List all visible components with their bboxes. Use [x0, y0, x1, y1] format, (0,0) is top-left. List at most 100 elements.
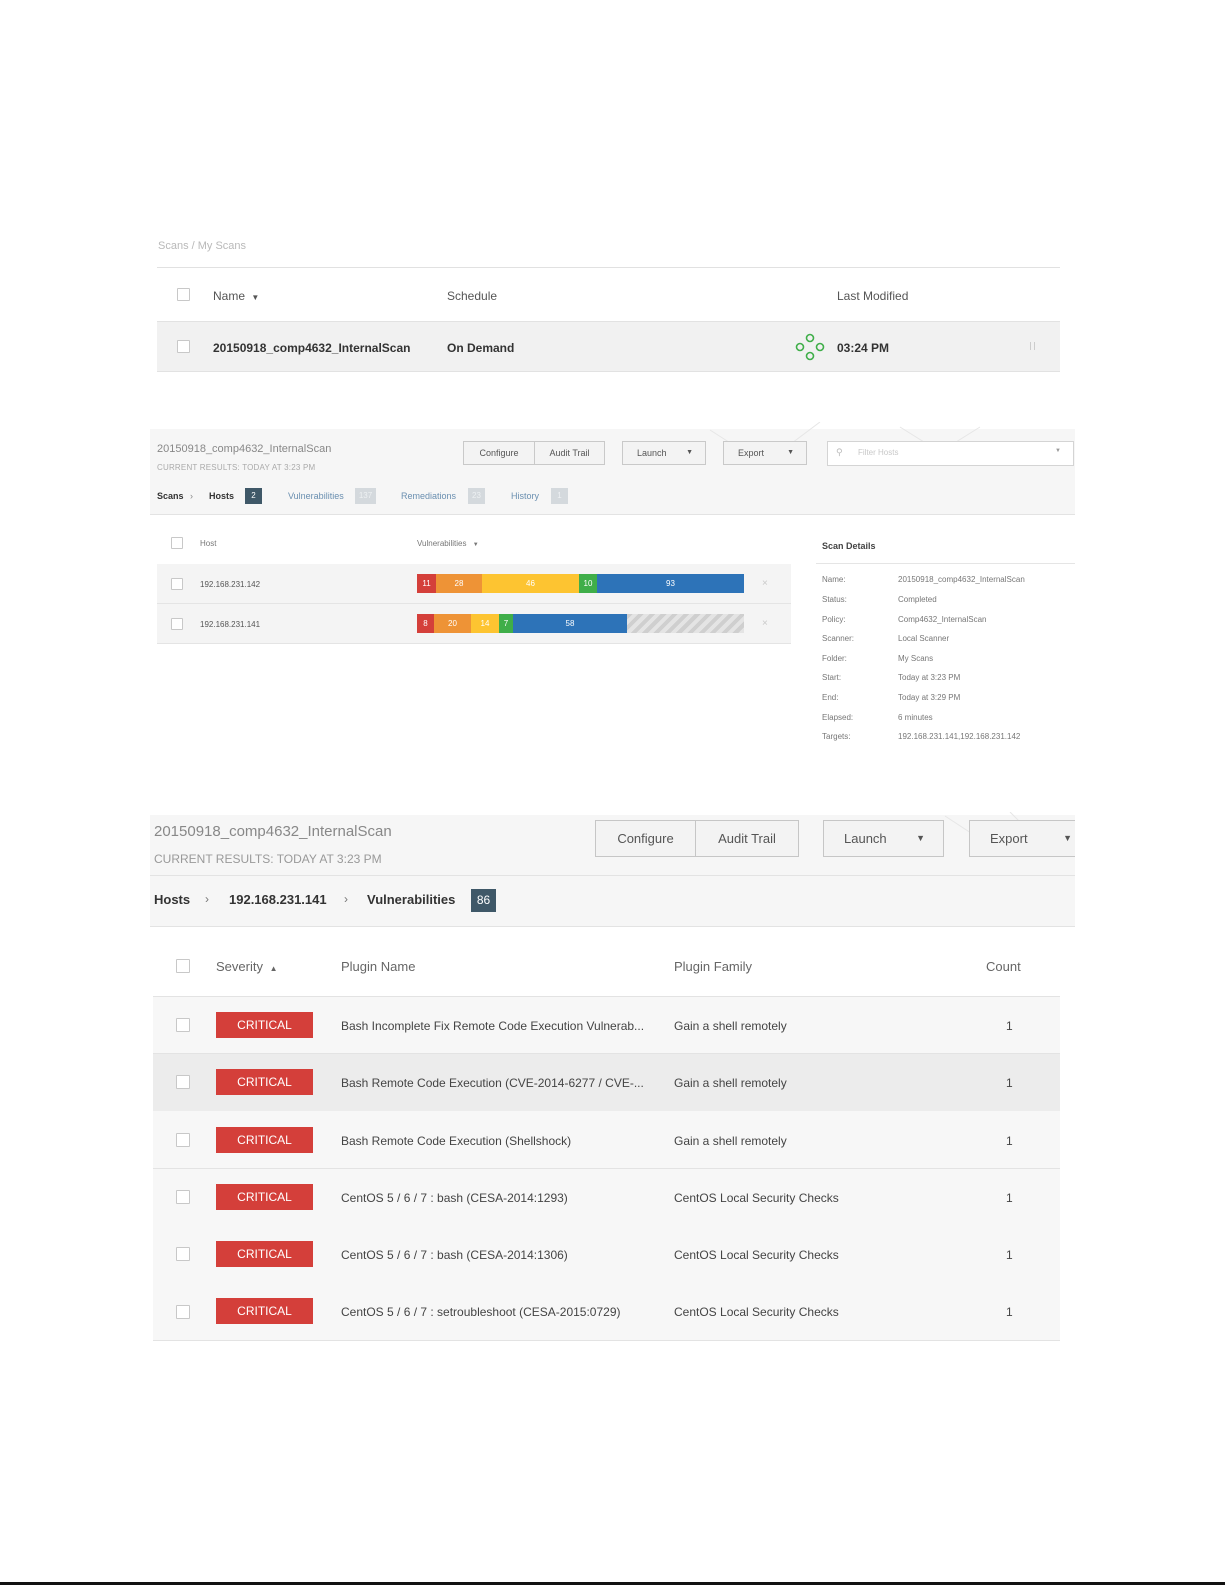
plugin-count: 1 — [1006, 1248, 1013, 1262]
scan-name[interactable]: 20150918_comp4632_InternalScan — [213, 341, 410, 355]
row-checkbox[interactable] — [176, 1075, 190, 1089]
tab-vulnerabilities[interactable]: Vulnerabilities — [288, 491, 344, 501]
plugin-count: 1 — [1006, 1134, 1013, 1148]
plugin-name[interactable]: Bash Remote Code Execution (Shellshock) — [341, 1134, 571, 1148]
vuln-segment-medium[interactable]: 46 — [482, 574, 579, 593]
vuln-segment-high[interactable]: 20 — [434, 614, 471, 633]
column-header-count[interactable]: Count — [986, 959, 1021, 974]
tab-history[interactable]: History — [511, 491, 539, 501]
row-checkbox[interactable] — [176, 1190, 190, 1204]
row-checkbox[interactable] — [176, 1247, 190, 1261]
launch-button[interactable]: Launch ▼ — [823, 820, 944, 857]
severity-badge-critical: CRITICAL — [216, 1184, 313, 1210]
launch-button-label: Launch — [844, 831, 887, 846]
scan-subtitle: CURRENT RESULTS: TODAY AT 3:23 PM — [154, 852, 382, 866]
vulnerability-bar[interactable]: 11 28 46 10 93 — [417, 574, 744, 593]
column-header-vulnerabilities[interactable]: Vulnerabilities ▼ — [417, 539, 479, 548]
select-all-checkbox[interactable] — [171, 537, 183, 549]
plugin-family: CentOS Local Security Checks — [674, 1248, 839, 1262]
plugin-name[interactable]: CentOS 5 / 6 / 7 : bash (CESA-2014:1293) — [341, 1191, 568, 1205]
row-checkbox[interactable] — [171, 618, 183, 630]
scan-last-modified: 03:24 PM — [837, 341, 890, 355]
close-icon[interactable]: × — [762, 578, 768, 589]
export-button[interactable]: Export ▼ — [969, 820, 1075, 857]
detail-label: Policy: — [822, 615, 846, 624]
divider — [157, 267, 1060, 268]
detail-label: Folder: — [822, 654, 847, 663]
configure-button[interactable]: Configure — [463, 441, 535, 465]
vuln-segment-critical[interactable]: 8 — [417, 614, 434, 633]
launch-button[interactable]: Launch ▼ — [622, 441, 706, 465]
severity-badge-critical: CRITICAL — [216, 1127, 313, 1153]
vuln-segment-critical[interactable]: 11 — [417, 574, 436, 593]
detail-value: 20150918_comp4632_InternalScan — [898, 575, 1025, 584]
vuln-segment-medium[interactable]: 14 — [471, 614, 499, 633]
audit-trail-button[interactable]: Audit Trail — [534, 441, 605, 465]
breadcrumb-separator-icon: › — [205, 892, 209, 906]
plugin-count: 1 — [1006, 1191, 1013, 1205]
detail-value: Today at 3:23 PM — [898, 673, 961, 682]
plugin-family: Gain a shell remotely — [674, 1019, 787, 1033]
scan-subtitle: CURRENT RESULTS: TODAY AT 3:23 PM — [157, 463, 316, 472]
column-header-schedule: Schedule — [447, 289, 498, 303]
sort-down-icon: ▼ — [472, 542, 479, 548]
breadcrumb-separator-icon: › — [344, 892, 348, 906]
tab-hosts[interactable]: Hosts — [209, 491, 234, 501]
sort-up-icon: ▲ — [269, 964, 278, 973]
column-header-host[interactable]: Host — [200, 539, 216, 548]
vuln-segment-info[interactable]: 58 — [513, 614, 627, 633]
column-header-name[interactable]: Name ▼ — [213, 289, 259, 303]
vulnerability-bar[interactable]: 8 20 14 7 58 — [417, 614, 744, 633]
configure-button[interactable]: Configure — [595, 820, 696, 857]
tab-remediations[interactable]: Remediations — [401, 491, 456, 501]
plugin-name[interactable]: Bash Incomplete Fix Remote Code Executio… — [341, 1019, 644, 1033]
row-menu-handle[interactable] — [1030, 342, 1035, 350]
row-checkbox[interactable] — [176, 1305, 190, 1319]
close-icon[interactable]: × — [762, 618, 768, 629]
breadcrumb-host[interactable]: 192.168.231.141 — [229, 892, 327, 907]
breadcrumb[interactable]: Scans / My Scans — [158, 240, 246, 252]
column-header-label: Severity — [216, 959, 263, 974]
detail-value: 6 minutes — [898, 713, 933, 722]
detail-label: Elapsed: — [822, 713, 854, 722]
row-checkbox[interactable] — [176, 1133, 190, 1147]
vuln-segment-low[interactable]: 10 — [579, 574, 597, 593]
host-ip[interactable]: 192.168.231.141 — [200, 620, 260, 629]
plugin-name[interactable]: Bash Remote Code Execution (CVE-2014-627… — [341, 1076, 644, 1090]
export-button[interactable]: Export ▼ — [723, 441, 807, 465]
row-checkbox[interactable] — [171, 578, 183, 590]
detail-value: Today at 3:29 PM — [898, 693, 961, 702]
vuln-segment-low[interactable]: 7 — [499, 614, 513, 633]
plugin-family: CentOS Local Security Checks — [674, 1191, 839, 1205]
vuln-segment-info[interactable]: 93 — [597, 574, 744, 593]
severity-badge-critical: CRITICAL — [216, 1069, 313, 1095]
audit-trail-button[interactable]: Audit Trail — [695, 820, 799, 857]
remediations-count-badge: 23 — [468, 488, 485, 504]
breadcrumb-hosts[interactable]: Hosts — [154, 892, 190, 907]
detail-label: Start: — [822, 673, 842, 682]
export-button-label: Export — [990, 831, 1028, 846]
caret-down-icon: ▼ — [686, 449, 693, 456]
scan-title: 20150918_comp4632_InternalScan — [154, 823, 392, 840]
plugin-name[interactable]: CentOS 5 / 6 / 7 : setroubleshoot (CESA-… — [341, 1305, 621, 1319]
plugin-name[interactable]: CentOS 5 / 6 / 7 : bash (CESA-2014:1306) — [341, 1248, 568, 1262]
breadcrumb-scans[interactable]: Scans — [157, 491, 184, 501]
row-checkbox[interactable] — [176, 1018, 190, 1032]
severity-badge-critical: CRITICAL — [216, 1298, 313, 1324]
export-button-label: Export — [738, 448, 765, 458]
filter-hosts-input[interactable]: ⚲ Filter Hosts ▼ — [827, 441, 1074, 466]
scan-schedule: On Demand — [447, 341, 515, 355]
vuln-segment-high[interactable]: 28 — [436, 574, 482, 593]
select-all-checkbox[interactable] — [176, 959, 190, 973]
severity-badge-critical: CRITICAL — [216, 1012, 313, 1038]
column-header-plugin-family[interactable]: Plugin Family — [674, 959, 752, 974]
select-all-checkbox[interactable] — [177, 288, 190, 301]
tab-vulnerabilities[interactable]: Vulnerabilities — [367, 892, 455, 907]
column-header-plugin-name[interactable]: Plugin Name — [341, 959, 415, 974]
detail-label: Scanner: — [822, 634, 855, 643]
detail-value: Local Scanner — [898, 634, 950, 643]
scan-title: 20150918_comp4632_InternalScan — [157, 443, 332, 455]
column-header-severity[interactable]: Severity ▲ — [216, 959, 278, 974]
host-ip[interactable]: 192.168.231.142 — [200, 580, 260, 589]
row-checkbox[interactable] — [177, 340, 190, 353]
